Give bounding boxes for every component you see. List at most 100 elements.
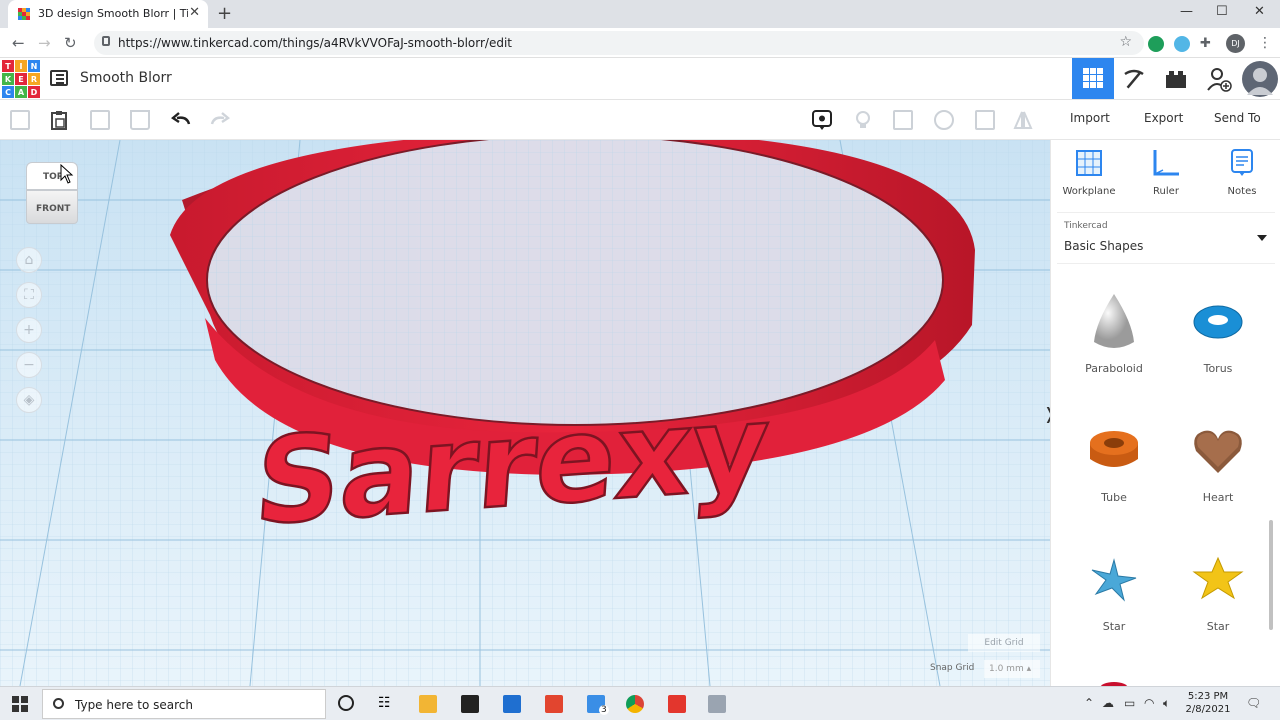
profile-avatar[interactable]: DJ [1226,34,1245,53]
edit-grid-button[interactable]: Edit Grid [968,634,1040,652]
window-close-icon[interactable]: ✕ [1254,4,1265,19]
new-tab-icon[interactable]: + [217,3,232,24]
chrome-icon[interactable] [626,695,644,713]
shape-star-yellow[interactable]: Star [1178,550,1258,633]
group-icon[interactable] [893,110,913,130]
shape-torus[interactable]: Torus [1178,292,1258,375]
send-to-button[interactable]: Send To [1214,111,1261,125]
delete-icon[interactable] [130,110,150,130]
redo-icon[interactable] [210,110,230,130]
brick-icon[interactable] [1163,66,1189,92]
panel-scrollbar[interactable] [1269,520,1273,630]
shape-heart[interactable]: Heart [1178,421,1258,504]
logo-letter: N [28,60,40,72]
cortana-icon[interactable] [338,695,354,711]
view-cube-front[interactable]: FRONT [26,190,78,224]
lock-icon [102,36,110,46]
task-view-icon[interactable]: ☷ [378,695,396,713]
mail-icon[interactable] [503,695,521,713]
shape-paraboloid[interactable]: Paraboloid [1074,292,1154,375]
zoom-in-icon[interactable]: + [16,317,42,343]
bookmark-star-icon[interactable]: ☆ [1119,34,1132,50]
notes-bubble-icon[interactable] [811,109,833,131]
ungroup-icon[interactable] [934,110,954,130]
mouse-cursor-icon [60,164,74,184]
notification-badge: 3 [599,705,609,715]
store-icon[interactable] [461,695,479,713]
logo-letter: K [2,73,14,85]
battery-icon[interactable]: ▭ [1124,696,1135,710]
home-view-icon[interactable]: ⌂ [16,247,42,273]
taskbar-search[interactable]: Type here to search [42,689,326,719]
zoom-out-icon[interactable]: − [16,352,42,378]
heart-icon [1194,430,1242,473]
mirror-icon[interactable] [1013,110,1033,130]
design-title[interactable]: Smooth Blorr [80,70,172,86]
undo-icon[interactable] [171,110,191,130]
paraboloid-icon [1094,294,1134,348]
forward-icon[interactable]: → [38,34,51,52]
workplane-tool[interactable]: Workplane [1054,148,1124,197]
export-button[interactable]: Export [1144,111,1183,125]
tab-close-icon[interactable]: ✕ [189,5,200,20]
windows-start-icon[interactable] [12,696,28,712]
model-text: Sarrexy [251,377,773,551]
star-icon [1091,558,1137,602]
grid-icon [1083,68,1103,88]
action-center-icon[interactable]: 🗨︎ [1246,696,1261,710]
extension-icon[interactable] [1148,36,1164,52]
reload-icon[interactable]: ↻ [64,34,77,52]
snipping-tool-icon[interactable] [708,695,726,713]
url-bar[interactable]: https://www.tinkercad.com/things/a4RVkVV… [94,31,1144,55]
import-button[interactable]: Import [1070,111,1110,125]
ruler-icon [1153,150,1179,176]
search-icon [53,698,64,709]
file-explorer-icon[interactable] [419,695,437,713]
onedrive-icon[interactable]: ☁ [1102,696,1114,710]
paste-icon[interactable] [49,110,69,130]
collapse-panel-icon[interactable]: ❭ [1043,404,1050,423]
back-icon[interactable]: ← [12,34,25,52]
wifi-icon[interactable]: ◠ [1144,696,1154,710]
fit-view-icon[interactable]: ⛶ [16,282,42,308]
lightbulb-icon[interactable] [853,110,873,130]
clock-date: 2/8/2021 [1185,704,1231,715]
notes-tool[interactable]: Notes [1207,148,1277,197]
design-menu-icon[interactable] [50,70,68,86]
add-user-icon[interactable] [1206,66,1232,92]
tinkercad-header: T I N K E R C A D Smooth Blorr [0,58,1280,100]
tray-chevron-icon[interactable]: ⌃ [1084,696,1094,710]
snap-grid-select[interactable]: 1.0 mm ▴ [984,660,1040,678]
volume-icon[interactable]: 🔈︎ [1163,696,1170,711]
browser-tab[interactable]: 3D design Smooth Blorr | Tinkercad ✕ [8,0,208,28]
shapes-panel: Workplane Ruler Notes Tinkercad Basic Sh… [1050,140,1280,686]
perspective-icon[interactable]: ◈ [16,387,42,413]
chrome-menu-icon[interactable]: ⋮ [1258,35,1272,51]
maximize-icon[interactable]: ☐ [1216,4,1228,19]
extension-icon[interactable] [1174,36,1190,52]
align-icon[interactable] [975,110,995,130]
system-clock[interactable]: 5:23 PM 2/8/2021 [1180,690,1236,716]
shape-library-select[interactable]: Tinkercad Basic Shapes [1057,212,1275,264]
3d-workspace[interactable]: Sarrexy TOP FRONT ⌂ ⛶ + − ◈ Edit Grid Sn… [0,140,1050,686]
3d-view-button[interactable] [1072,58,1114,99]
minimize-icon[interactable]: — [1180,4,1193,19]
shape-tube[interactable]: Tube [1074,421,1154,504]
tinkercad-logo[interactable]: T I N K E R C A D [2,60,40,98]
logo-letter: I [15,60,27,72]
copy-icon[interactable] [10,110,30,130]
shape-label: Tube [1101,491,1127,504]
user-avatar[interactable] [1242,61,1278,97]
duplicate-icon[interactable] [90,110,110,130]
browser-tab-strip: 3D design Smooth Blorr | Tinkercad ✕ + —… [0,0,1280,28]
pickaxe-icon[interactable] [1121,66,1147,92]
screen-recorder-icon[interactable] [668,695,686,713]
ruler-tool[interactable]: Ruler [1131,148,1201,197]
shape-star-blue[interactable]: Star [1074,550,1154,633]
url-text: https://www.tinkercad.com/things/a4RVkVV… [118,36,512,50]
embossed-text-model[interactable]: Sarrexy [0,140,1050,686]
library-source: Tinkercad [1064,221,1108,231]
office-icon[interactable] [545,695,563,713]
puzzle-icon[interactable]: ✚ [1200,36,1211,51]
logo-letter: A [15,86,27,98]
